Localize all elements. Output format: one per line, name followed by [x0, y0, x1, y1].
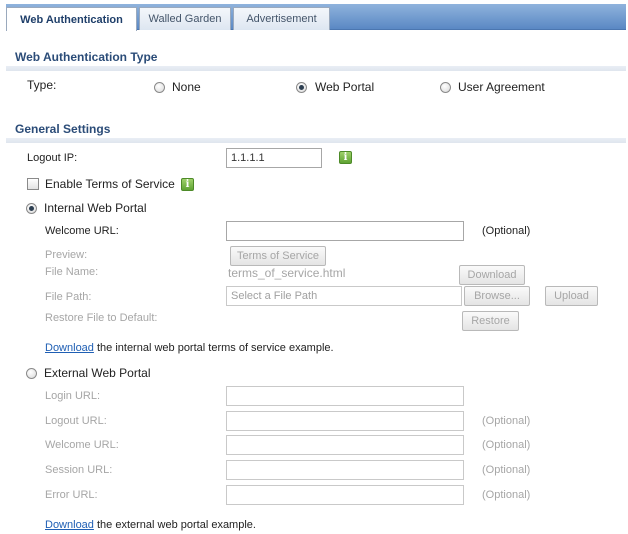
login-url-input[interactable]: [226, 386, 464, 406]
preview-label: Preview:: [45, 249, 88, 261]
logout-ip-label: Logout IP:: [27, 152, 78, 164]
error-url-input[interactable]: [226, 485, 464, 505]
type-web-portal-label: Web Portal: [315, 80, 375, 94]
logout-url-optional: (Optional): [482, 415, 531, 427]
file-path-label: File Path:: [45, 291, 92, 303]
general-settings-section-divider: [6, 138, 626, 143]
external-download-text: the external web portal example.: [93, 519, 256, 531]
internal-download-note: Download the internal web portal terms o…: [45, 342, 334, 354]
session-url-input[interactable]: [226, 460, 464, 480]
enable-tos-label: Enable Terms of Service: [45, 177, 175, 191]
enable-tos-info-icon[interactable]: i: [181, 178, 194, 191]
restore-file-label: Restore File to Default:: [45, 312, 158, 324]
upload-button[interactable]: Upload: [545, 286, 598, 306]
external-welcome-url-optional: (Optional): [482, 439, 531, 451]
external-download-link[interactable]: Download: [45, 519, 94, 531]
session-url-label: Session URL:: [45, 464, 113, 476]
login-url-label: Login URL:: [45, 390, 101, 402]
download-button[interactable]: Download: [459, 265, 525, 285]
logout-ip-info-icon[interactable]: i: [339, 151, 352, 164]
tab-web-authentication[interactable]: Web Authentication: [6, 7, 137, 31]
logout-url-label: Logout URL:: [45, 415, 107, 427]
internal-welcome-url-input[interactable]: [226, 221, 464, 241]
internal-welcome-url-optional: (Optional): [482, 225, 531, 237]
tab-advertisement[interactable]: Advertisement: [233, 7, 330, 30]
type-none-radio[interactable]: [154, 82, 165, 93]
error-url-optional: (Optional): [482, 489, 531, 501]
internal-web-portal-radio[interactable]: [26, 203, 37, 214]
file-name-label: File Name:: [45, 266, 99, 278]
restore-button[interactable]: Restore: [462, 311, 519, 331]
file-name-value: terms_of_service.html: [228, 266, 346, 280]
external-welcome-url-label: Welcome URL:: [45, 439, 119, 451]
enable-tos-checkbox[interactable]: [27, 178, 39, 190]
auth-type-section-title: Web Authentication Type: [15, 50, 158, 64]
type-label: Type:: [27, 78, 57, 92]
internal-welcome-url-label: Welcome URL:: [45, 225, 119, 237]
type-web-portal-radio[interactable]: [296, 82, 307, 93]
type-user-agreement-radio[interactable]: [440, 82, 451, 93]
general-settings-section-title: General Settings: [15, 122, 111, 136]
session-url-optional: (Optional): [482, 464, 531, 476]
internal-web-portal-label: Internal Web Portal: [44, 201, 147, 215]
internal-download-text: the internal web portal terms of service…: [93, 342, 334, 354]
tab-bar: Web Authentication Walled Garden Adverti…: [6, 4, 626, 31]
type-none-label: None: [172, 80, 201, 94]
file-path-input[interactable]: [226, 286, 462, 306]
logout-url-input[interactable]: [226, 411, 464, 431]
terms-of-service-button[interactable]: Terms of Service: [230, 246, 326, 266]
type-user-agreement-label: User Agreement: [458, 80, 545, 94]
tab-walled-garden[interactable]: Walled Garden: [139, 7, 231, 30]
error-url-label: Error URL:: [45, 489, 98, 501]
external-web-portal-label: External Web Portal: [44, 366, 151, 380]
logout-ip-input[interactable]: [226, 148, 322, 168]
internal-download-link[interactable]: Download: [45, 342, 94, 354]
external-web-portal-radio[interactable]: [26, 368, 37, 379]
external-welcome-url-input[interactable]: [226, 435, 464, 455]
external-download-note: Download the external web portal example…: [45, 519, 256, 531]
browse-button[interactable]: Browse...: [464, 286, 530, 306]
auth-type-section-divider: [6, 66, 626, 71]
